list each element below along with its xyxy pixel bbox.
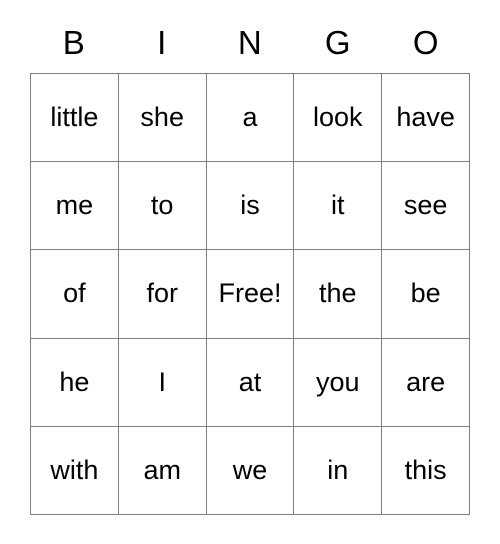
bingo-cell-label: in [327, 454, 349, 485]
bingo-header-letter-i: I [157, 24, 167, 61]
bingo-cell-label: be [410, 278, 441, 309]
bingo-cell-label: for [146, 278, 178, 309]
bingo-header-letter-n: N [237, 24, 263, 61]
bingo-cell-label: look [313, 102, 363, 133]
bingo-cell-label: this [404, 454, 447, 485]
bingo-cell-label: me [55, 190, 94, 221]
bingo-cell[interactable]: in [294, 426, 383, 515]
bingo-cell[interactable]: the [294, 250, 383, 339]
bingo-cell[interactable]: a [206, 74, 295, 163]
bingo-grid: little she a look have me to is it see o… [30, 73, 470, 515]
bingo-cell[interactable]: little [31, 74, 119, 163]
bingo-cell[interactable]: is [206, 162, 295, 251]
bingo-cell[interactable]: for [118, 250, 207, 339]
bingo-cell-label: a [242, 102, 258, 133]
bingo-cell[interactable]: I [118, 338, 207, 427]
bingo-cell[interactable]: he [31, 338, 119, 427]
bingo-cell[interactable]: at [206, 338, 295, 427]
bingo-cell[interactable]: you [294, 338, 383, 427]
bingo-cell-label: little [50, 102, 99, 133]
bingo-free-space-label: Free! [218, 278, 282, 309]
bingo-header-row: B I N G O [30, 16, 470, 69]
bingo-cell-label: it [331, 190, 345, 221]
bingo-cell-label: you [316, 366, 360, 397]
bingo-cell[interactable]: me [31, 162, 119, 251]
bingo-cell[interactable]: look [294, 74, 383, 163]
bingo-cell-label: with [50, 454, 99, 485]
bingo-cell[interactable]: this [382, 426, 470, 515]
bingo-cell-label: the [319, 278, 357, 309]
bingo-free-space-cell[interactable]: Free! [206, 250, 295, 339]
bingo-cell-label: are [406, 366, 446, 397]
bingo-cell[interactable]: have [382, 74, 470, 163]
bingo-header-letter-b: B [62, 24, 86, 61]
bingo-cell[interactable]: see [382, 162, 470, 251]
bingo-cell[interactable]: to [118, 162, 207, 251]
bingo-cell[interactable]: are [382, 338, 470, 427]
bingo-cell-label: am [143, 454, 181, 485]
bingo-header-letter-o: O [412, 24, 440, 61]
bingo-cell-label: he [59, 366, 90, 397]
bingo-card: B I N G O little she a look have me to i… [0, 0, 500, 544]
bingo-cell[interactable]: of [31, 250, 119, 339]
bingo-cell-label: see [403, 190, 448, 221]
bingo-cell-label: is [240, 190, 260, 221]
bingo-cell-label: she [140, 102, 184, 133]
bingo-header-letter-g: G [324, 24, 352, 61]
bingo-cell-label: we [232, 454, 268, 485]
bingo-cell[interactable]: with [31, 426, 119, 515]
bingo-cell[interactable]: am [118, 426, 207, 515]
bingo-cell-label: of [63, 278, 86, 309]
bingo-cell-label: I [158, 366, 166, 397]
bingo-cell-label: at [238, 366, 262, 397]
bingo-cell-label: to [150, 190, 174, 221]
bingo-cell[interactable]: be [382, 250, 470, 339]
bingo-cell[interactable]: she [118, 74, 207, 163]
bingo-cell[interactable]: it [294, 162, 383, 251]
bingo-cell[interactable]: we [206, 426, 295, 515]
bingo-cell-label: have [396, 102, 455, 133]
